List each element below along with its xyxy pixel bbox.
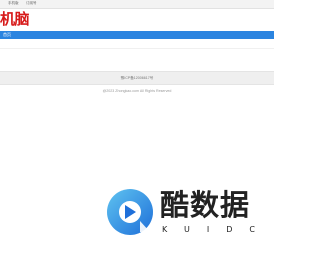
main-nav: 首页 (0, 31, 274, 39)
mobile-version-link[interactable]: 手机版 (8, 1, 19, 6)
watermark-brand-text: 酷数据 (160, 188, 251, 222)
content-divider (0, 48, 274, 49)
copyright-text: @2023 Zhongkao.com All Rights Reserved (102, 89, 172, 93)
icp-link[interactable]: 豫ICP备12006617号 (0, 72, 274, 84)
site-logo[interactable]: 机脑 (0, 11, 40, 28)
nav-item-home[interactable]: 首页 (0, 31, 14, 39)
subscription-link[interactable]: 订阅号 (26, 1, 37, 6)
footer-band: 豫ICP备12006617号 (0, 71, 274, 85)
watermark-circle-icon (107, 189, 153, 235)
watermark-sub-text: KUIDC (162, 225, 272, 234)
top-bar: 手机版 订阅号 (0, 0, 274, 9)
watermark-logo: 酷数据 KUIDC (104, 186, 264, 244)
